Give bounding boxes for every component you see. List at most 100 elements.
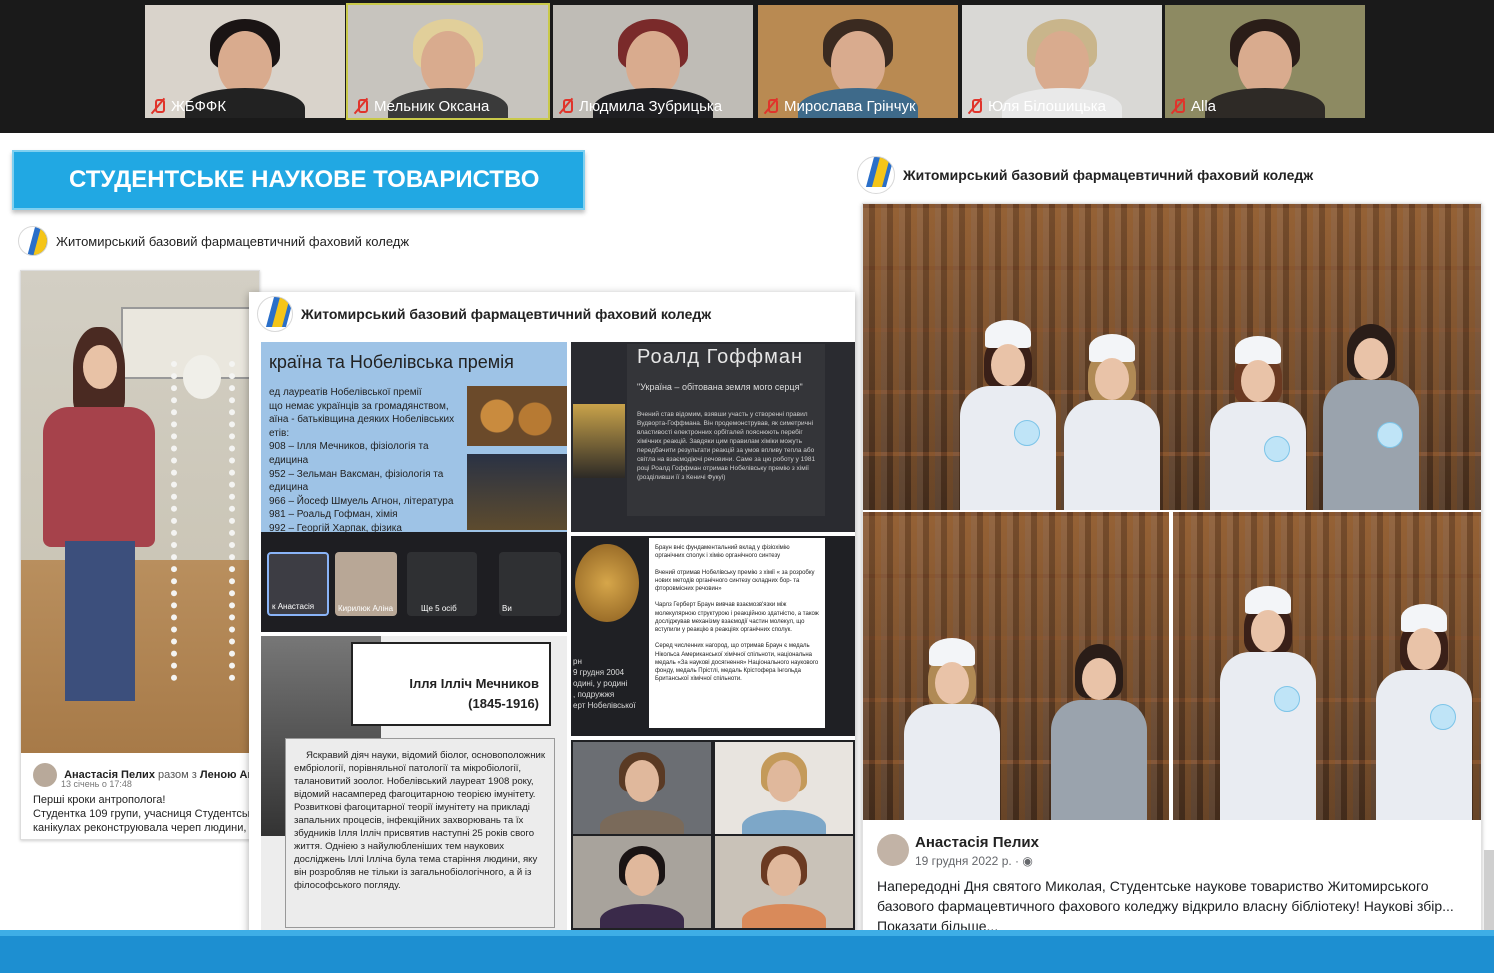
more-people-label: Ще 5 осіб — [421, 604, 457, 613]
mechnikov-description: Яскравий діяч науки, відомий біолог, осн… — [285, 738, 555, 928]
college-name: Житомирський базовий фармацевтичний фахо… — [903, 167, 1314, 183]
face — [1082, 658, 1116, 700]
mechnikov-name: Ілля Ілліч Мечников (1845-1916) — [351, 642, 551, 726]
white-coat — [904, 704, 1000, 820]
self-label: Ви — [502, 604, 512, 613]
participant-name: Людмила Зубрицька — [579, 97, 723, 115]
post-date[interactable]: 19 грудня 2022 р. · ◉ — [915, 854, 1033, 868]
participant-label: Людмила Зубрицька — [557, 97, 722, 115]
meet-tile: Кирилюк Аліна — [335, 552, 397, 616]
meet-strip: к Анастасія Кирилюк Аліна Ще 5 осіб Ви — [261, 532, 567, 632]
more-people-tile[interactable]: Ще 5 осіб — [407, 552, 477, 616]
meet-tile-name: к Анастасія — [272, 602, 315, 611]
avatar — [33, 763, 57, 787]
anthropology-photo — [21, 271, 259, 753]
avatar[interactable] — [877, 834, 909, 866]
student-face — [83, 345, 117, 389]
shoulders — [742, 904, 826, 928]
mic-off-icon — [1169, 97, 1187, 115]
presentation-screen: ЖБФФК Мельник Оксана Людмила Зубрицька Миро… — [0, 0, 1494, 973]
student-figure — [1057, 334, 1167, 510]
face — [626, 31, 680, 95]
student-figure — [1203, 336, 1313, 510]
video-tile[interactable] — [573, 836, 711, 928]
section-banner: СТУДЕНТСЬКЕ НАУКОВЕ ТОВАРИСТВО — [12, 150, 585, 210]
face — [1241, 360, 1275, 402]
ceremony-hall-image — [467, 454, 567, 530]
participant-tile[interactable]: Мирослава Грінчук — [758, 5, 958, 118]
participant-tile[interactable]: Мельник Оксана — [346, 3, 550, 120]
with-text: разом з — [158, 768, 197, 781]
white-coat — [1210, 402, 1306, 510]
post-author[interactable]: Анастасія Пелих — [915, 834, 1039, 851]
face — [767, 854, 801, 896]
student-figure — [1369, 604, 1479, 820]
participant-tile[interactable]: Alla — [1165, 5, 1365, 118]
student-figure — [953, 320, 1063, 510]
student-jeans — [65, 541, 135, 701]
college-name: Житомирський базовий фармацевтичний фахо… — [301, 306, 712, 322]
collage-post: Житомирський базовий фармацевтичний фахо… — [249, 292, 855, 942]
student-sweater — [43, 407, 155, 547]
face — [1354, 338, 1388, 380]
collage-header: Житомирський базовий фармацевтичний фахо… — [257, 296, 711, 332]
slide-title: країна та Нобелівська премія — [269, 352, 514, 372]
face — [1251, 610, 1285, 652]
white-coat — [960, 386, 1056, 510]
left-post-header: Житомирський базовий фармацевтичний фахо… — [18, 226, 409, 256]
hoffmann-photo — [573, 404, 625, 478]
slide-panel: Роалд Гоффман "Україна – обітована земля… — [627, 344, 825, 516]
participant-tile[interactable]: Людмила Зубрицька — [553, 5, 753, 118]
library-photo-right[interactable] — [1173, 512, 1481, 820]
library-photo-top[interactable] — [863, 204, 1481, 510]
skeleton-model — [171, 361, 235, 681]
participant-tile[interactable]: ЖБФФК — [145, 5, 345, 118]
mechnikov-slide: Ілля Ілліч Мечников (1845-1916) Яскравий… — [261, 636, 567, 942]
skull-model — [183, 355, 221, 399]
slide-title: Роалд Гоффман — [637, 346, 804, 368]
slide-footer-bar — [0, 930, 1494, 973]
mic-off-icon — [352, 97, 370, 115]
face — [1407, 628, 1441, 670]
self-tile: Ви — [499, 552, 561, 616]
college-logo-icon — [257, 296, 293, 332]
face — [625, 854, 659, 896]
shoulders — [600, 904, 684, 928]
face — [831, 31, 885, 95]
face — [1035, 31, 1089, 95]
video-tile[interactable] — [573, 742, 711, 834]
teacher-figure — [1311, 322, 1431, 510]
badge-icon — [1014, 420, 1040, 446]
participant-name: ЖБФФК — [171, 97, 227, 115]
grey-sweater — [1323, 380, 1419, 510]
hoffmann-slide: Роалд Гоффман "Україна – обітована земля… — [571, 342, 855, 532]
teacher-figure — [1039, 642, 1159, 820]
slide-body: Вчений став відомим, взявши участь у ств… — [637, 411, 816, 481]
participant-strip: ЖБФФК Мельник Оксана Людмила Зубрицька Миро… — [0, 0, 1494, 133]
participant-name: Alla — [1191, 97, 1217, 115]
college-logo-icon — [857, 156, 895, 194]
mic-off-icon — [557, 97, 575, 115]
video-tile[interactable] — [715, 836, 853, 928]
participant-label: Мельник Оксана — [352, 97, 489, 115]
college-name: Житомирський базовий фармацевтичний фахо… — [56, 233, 410, 249]
meet-tile-name: Кирилюк Аліна — [338, 604, 394, 613]
video-grid — [571, 740, 855, 942]
shoulders — [742, 810, 826, 834]
white-coat — [1064, 400, 1160, 510]
face — [1095, 358, 1129, 400]
face — [767, 760, 801, 802]
video-tile[interactable] — [715, 742, 853, 834]
shoulders — [600, 810, 684, 834]
badge-icon — [1430, 704, 1456, 730]
face — [1238, 31, 1292, 95]
mic-off-icon — [149, 97, 167, 115]
nobel-medals-image — [467, 386, 567, 446]
participant-label: Юля Білошицька — [966, 97, 1106, 115]
slide-quote: "Україна – обітована земля мого серця" — [637, 382, 803, 392]
post-date-text: 19 грудня 2022 р. · — [915, 854, 1023, 868]
library-photo-left[interactable] — [863, 512, 1169, 820]
slide-body: Браун вніс фундаментальний вклад у фізіо… — [649, 538, 825, 728]
scrollbar-thumb[interactable] — [1484, 850, 1494, 930]
participant-tile[interactable]: Юля Білошицька — [962, 5, 1162, 118]
